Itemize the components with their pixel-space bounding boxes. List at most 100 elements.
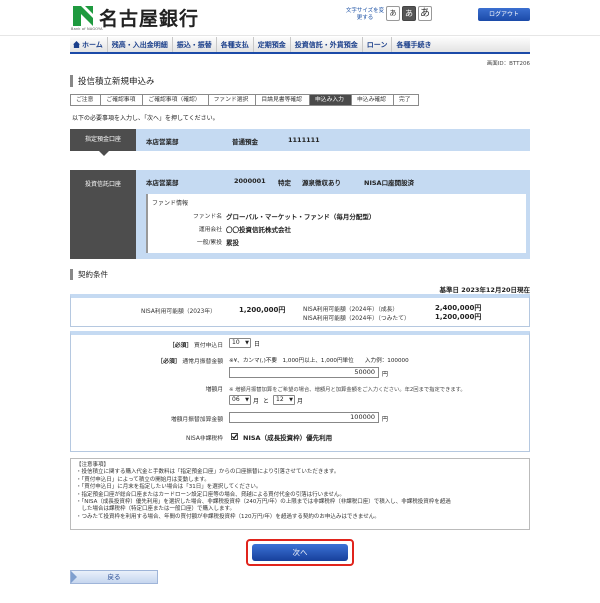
step-item: ご確認事項（確認）: [142, 94, 208, 106]
debit-number: 1111111: [288, 136, 320, 144]
note-line: ・指定預金口座が総合口座またはカードローン設定口座等の場合、貸越による買付代金の…: [76, 491, 345, 498]
font-size-large-button[interactable]: あ: [418, 6, 432, 21]
month-unit: 月: [253, 398, 260, 405]
bonus-amount-input[interactable]: 100000: [229, 412, 379, 423]
bonus-month1-select[interactable]: 06 ▼: [229, 395, 251, 405]
nisa-limit-box: NISA利用可能額（2023年） 1,200,000円 NISA利用可能額（20…: [70, 294, 530, 327]
nav-balance[interactable]: 残高・入出金明細: [108, 37, 173, 52]
day-select[interactable]: 10 ▼: [229, 338, 251, 348]
nav-investment[interactable]: 投資信託・外貨預金: [291, 37, 363, 52]
category-label: 一般/累投: [196, 240, 222, 246]
instruction-text: 以下の必要事項を入力し、「次へ」を押してください。: [72, 115, 219, 122]
nisa-field-label: NISA非課税枠: [186, 436, 223, 442]
note-line: ・「買付申込日」に月末を指定したい場合は「31日」を選択してください。: [76, 484, 262, 491]
bonus-hint: ※ 増額月振替加算をご希望の場合、増額月と加算金額をご入力ください。年2回まで指…: [229, 387, 466, 393]
chevron-down-icon: ▼: [245, 397, 249, 403]
trust-tax: 源泉徴収あり: [302, 179, 341, 187]
step-item: ご確認事項: [100, 94, 143, 106]
trust-account-label: 投資信託口座: [70, 170, 136, 259]
amount-yen: 円: [382, 371, 389, 378]
fund-name: グローバル・マーケット・ファンド（毎月分配型）: [226, 213, 376, 221]
amount-field-label: ［必須］ 通常月振替金額: [71, 356, 223, 365]
debit-account-row: 指定預金口座 本店営業部 普通預金 1111111: [70, 129, 530, 151]
font-size-medium-button[interactable]: あ: [402, 6, 416, 21]
logo-subtitle: Bank of NAGOYA: [71, 27, 103, 31]
trust-number: 2000001: [234, 177, 266, 185]
page-title: 投信積立新規申込み: [70, 75, 530, 87]
nisa-2024-growth-label: NISA利用可能額（2024年）（成長）: [303, 307, 399, 313]
amount-input[interactable]: 50000: [229, 367, 379, 378]
logout-button[interactable]: ログアウト: [478, 8, 530, 21]
screen-id: 画面ID：BTT206: [486, 61, 530, 67]
month2-value: 12: [276, 396, 284, 403]
site-header: Bank of NAGOYA 名古屋銀行 文字サイズを変更する あ あ あ ログ…: [0, 0, 600, 36]
order-form: ［必須］ 買付申込日 10 ▼ 日 ［必須］ 通常月振替金額 ※¥、カンマ(,)不…: [70, 331, 530, 452]
nisa-2024-tsumitate-value: 1,200,000円: [435, 313, 482, 321]
required-mark: ［必須］: [168, 343, 193, 349]
note-line: した場合は課税枠（特定口座または一般口座）で購入します。: [76, 506, 235, 513]
contract-section-title: 契約条件: [70, 269, 530, 280]
progress-steps: ご注意 ご確認事項 ご確認事項（確認） ファンド選択 目論見書等確認 申込み入力…: [70, 94, 419, 106]
month-unit: 月: [297, 398, 304, 405]
nisa-2024-tsumitate-label: NISA利用可能額（2024年）（つみたて）: [303, 316, 410, 322]
trust-kind: 特定: [278, 179, 291, 187]
fund-info-header: ファンド情報: [152, 200, 189, 207]
nisa-option-label: NISA（成長投資枠）優先利用: [243, 434, 333, 442]
step-item: 目論見書等確認: [255, 94, 309, 106]
bonus-month2-select[interactable]: 12 ▼: [273, 395, 295, 405]
debit-type: 普通預金: [232, 138, 258, 146]
and-text: と: [263, 398, 270, 405]
chevron-down-icon: ▼: [245, 340, 249, 346]
company-name: 〇〇投資信託株式会社: [226, 226, 291, 234]
category-value: 累投: [226, 239, 239, 247]
day-field-label: ［必須］ 買付申込日: [71, 340, 223, 349]
amount-label: 通常月振替金額: [182, 359, 223, 365]
bank-logo-icon: [72, 5, 94, 27]
font-size-small-button[interactable]: あ: [386, 6, 400, 21]
day-label: 買付申込日: [194, 343, 223, 349]
bonus-amount-label: 増額月振替加算金額: [170, 417, 223, 423]
nisa-2023-value: 1,200,000円: [239, 306, 286, 314]
month1-value: 06: [232, 396, 240, 403]
trust-branch: 本店営業部: [146, 179, 179, 187]
notes-box: 【注意事項】 ・投信積立に関する購入代金と手数料は「指定預金口座」からの口座振替…: [70, 458, 530, 530]
step-item-active: 申込み入力: [308, 94, 351, 106]
nav-loan[interactable]: ローン: [363, 37, 393, 52]
nav-transfer[interactable]: 振込・振替: [173, 37, 217, 52]
day-select-value: 10: [232, 339, 240, 346]
debit-branch: 本店営業部: [146, 138, 179, 146]
note-line: ・つみたて投資枠を利用する場合、年間の買付額が非課税投資枠（120万円/年）を超…: [76, 513, 380, 520]
checkbox-checked-icon[interactable]: [231, 433, 238, 440]
note-line: ・投信積立に関する購入代金と手数料は「指定預金口座」からの口座振替により引落させ…: [76, 469, 340, 476]
home-icon: [73, 41, 80, 48]
fund-info-box: ファンド情報 ファンド名 グローバル・マーケット・ファンド（毎月分配型） 運用会…: [146, 194, 526, 253]
bonus-amount-yen: 円: [382, 416, 389, 423]
fund-name-label: ファンド名: [193, 214, 222, 220]
global-nav: ホーム 残高・入出金明細 振込・振替 各種支払 定期預金 投資信託・外貨預金 ロ…: [70, 37, 530, 54]
nav-time-deposit[interactable]: 定期預金: [254, 37, 291, 52]
step-item: 申込み確認: [350, 94, 393, 106]
bonus-month-label: 増額月: [205, 387, 223, 393]
base-date: 基準日 2023年12月20日現在: [439, 286, 530, 294]
debit-account-label: 指定預金口座: [70, 129, 136, 151]
nav-home[interactable]: ホーム: [70, 37, 108, 52]
next-button-highlight: 次へ: [246, 539, 354, 566]
required-mark: ［必須］: [157, 359, 181, 365]
chevron-down-icon: ▼: [289, 397, 293, 403]
back-button[interactable]: 戻る: [70, 570, 158, 584]
nav-payments[interactable]: 各種支払: [217, 37, 254, 52]
font-size-label: 文字サイズを変更する: [345, 8, 385, 21]
trust-nisa-status: NISA口座開設済: [364, 179, 415, 187]
arrow-down-icon: [99, 151, 109, 156]
nav-home-label: ホーム: [82, 41, 103, 49]
nav-procedures[interactable]: 各種手続き: [392, 37, 435, 52]
nisa-2023-label: NISA利用可能額（2023年）: [141, 309, 216, 315]
step-item: 完了: [392, 94, 419, 106]
step-item: ファンド選択: [207, 94, 256, 106]
step-item: ご注意: [70, 94, 101, 106]
next-button[interactable]: 次へ: [252, 544, 348, 561]
day-unit: 日: [254, 341, 261, 348]
bank-name: 名古屋銀行: [99, 8, 200, 30]
amount-hint: ※¥、カンマ(,)不要 1,000円以上、1,000円単位 入力例：100000: [229, 358, 409, 364]
company-label: 運用会社: [198, 227, 222, 233]
